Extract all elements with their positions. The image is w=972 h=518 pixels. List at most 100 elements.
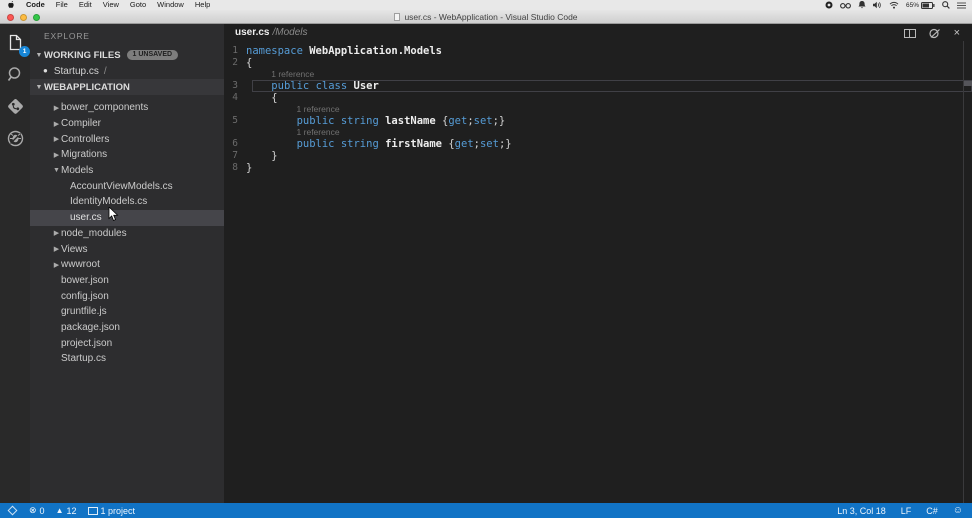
apple-menu-icon[interactable] <box>7 0 15 10</box>
window-title: user.cs - WebApplication - Visual Studio… <box>404 11 578 22</box>
wifi-icon[interactable] <box>889 1 899 9</box>
sidebar-title: EXPLORE <box>44 31 90 41</box>
menu-help[interactable]: Help <box>195 0 210 10</box>
code-line-7[interactable]: 7 } <box>224 150 972 162</box>
bell-icon[interactable] <box>858 1 866 9</box>
menu-status-icons: 65% <box>825 0 966 10</box>
git-icon[interactable] <box>3 95 27 118</box>
tree-folder-Migrations[interactable]: ▶ Migrations <box>30 147 224 163</box>
code-line-2[interactable]: 2{ <box>224 57 972 69</box>
code-text: } <box>246 150 278 162</box>
menu-items: Code File Edit View Goto Window Help <box>26 0 210 10</box>
menu-goto[interactable]: Goto <box>130 0 146 10</box>
tree-folder-Views[interactable]: ▶ Views <box>30 241 224 257</box>
status-bar-left: ⊗ 0 ▲ 12 1 project <box>7 505 135 516</box>
code-editor[interactable]: 1 namespace WebApplication.Models 2{1 refe… <box>224 41 972 174</box>
glasses-icon[interactable] <box>840 2 851 9</box>
code-text: } <box>246 162 253 174</box>
battery-icon <box>921 1 935 9</box>
tree-item-label: bower.json <box>61 274 109 286</box>
tree-file-bower.json[interactable]: bower.json <box>30 273 224 289</box>
warning-icon: ▲ <box>55 506 64 515</box>
working-file-startup[interactable]: ● Startup.cs / <box>30 63 224 79</box>
line-number <box>224 69 246 80</box>
code-line-5[interactable]: 5 public string lastName {get;set;} <box>224 115 972 127</box>
code-line-8[interactable]: 8} <box>224 162 972 174</box>
eol-indicator[interactable]: LF <box>901 506 912 516</box>
codelens-row[interactable]: 1 reference <box>224 104 972 115</box>
codelens-row[interactable]: 1 reference <box>224 127 972 138</box>
line-number: 5 <box>232 115 238 126</box>
code-line-4[interactable]: 4 { <box>224 92 972 104</box>
tree-file-gruntfile.js[interactable]: gruntfile.js <box>30 304 224 320</box>
tree-file-project.json[interactable]: project.json <box>30 335 224 351</box>
chevron-right-icon[interactable]: ▶ <box>52 245 61 253</box>
omnisharp-status-icon[interactable] <box>7 505 18 516</box>
search-icon[interactable] <box>3 63 27 86</box>
line-number: 2 <box>232 57 238 68</box>
explorer-icon[interactable]: 1 <box>3 31 30 57</box>
menu-edit[interactable]: Edit <box>79 0 92 10</box>
chevron-down-icon: ▼ <box>35 51 43 59</box>
tree-item-label: Migrations <box>61 149 108 161</box>
editor-tab-filename[interactable]: user.cs <box>235 27 269 38</box>
chevron-right-icon[interactable]: ▶ <box>52 261 61 269</box>
close-editor-icon[interactable]: × <box>954 28 960 39</box>
working-files-label: WORKING FILES <box>44 49 121 61</box>
preview-icon[interactable] <box>928 28 941 39</box>
chevron-right-icon[interactable]: ▶ <box>52 151 61 159</box>
close-window-button[interactable] <box>7 13 14 21</box>
chevron-right-icon[interactable]: ▶ <box>52 120 61 128</box>
scrollbar-track[interactable] <box>963 41 972 503</box>
tree-folder-Models[interactable]: ▼ Models <box>30 163 224 179</box>
explorer-badge: 1 <box>19 46 30 57</box>
chevron-right-icon[interactable]: ▶ <box>52 135 61 143</box>
project-selector[interactable]: 1 project <box>87 506 135 516</box>
tree-file-IdentityModels.cs[interactable]: IdentityModels.cs <box>30 194 224 210</box>
menu-code[interactable]: Code <box>26 0 45 10</box>
volume-icon[interactable] <box>872 1 882 9</box>
code-line-1[interactable]: 1 namespace WebApplication.Models <box>224 45 972 57</box>
chevron-down-icon[interactable]: ▼ <box>52 167 61 174</box>
status-circle-icon[interactable] <box>825 1 833 9</box>
battery-indicator[interactable]: 65% <box>906 1 935 9</box>
code-line-3[interactable]: 3 public class User <box>224 80 972 92</box>
project-label: WEBAPPLICATION <box>44 81 130 93</box>
tree-file-Startup.cs[interactable]: Startup.cs <box>30 351 224 367</box>
working-files-header[interactable]: ▼ WORKING FILES 1 UNSAVED <box>30 47 224 63</box>
chevron-right-icon[interactable]: ▶ <box>52 104 61 112</box>
tree-folder-node_modules[interactable]: ▶ node_modules <box>30 226 224 242</box>
tree-file-package.json[interactable]: package.json <box>30 320 224 336</box>
project-section-header[interactable]: ▼ WEBAPPLICATION <box>30 79 224 95</box>
tree-file-config.json[interactable]: config.json <box>30 288 224 304</box>
language-mode[interactable]: C# <box>926 506 938 516</box>
line-number: 7 <box>232 150 238 161</box>
cursor-position[interactable]: Ln 3, Col 18 <box>837 506 886 516</box>
tree-file-AccountViewModels.cs[interactable]: AccountViewModels.cs <box>30 178 224 194</box>
codelens-row[interactable]: 1 reference <box>224 69 972 80</box>
tree-folder-bower_components[interactable]: ▶ bower_components <box>30 100 224 116</box>
chevron-right-icon[interactable]: ▶ <box>52 229 61 237</box>
menu-window[interactable]: Window <box>157 0 184 10</box>
tree-file-user.cs[interactable]: user.cs <box>30 209 224 226</box>
code-text: { <box>246 57 253 69</box>
zoom-window-button[interactable] <box>33 13 40 21</box>
debug-icon[interactable] <box>3 127 27 150</box>
feedback-smiley-icon[interactable]: ☺ <box>953 506 963 516</box>
menu-file[interactable]: File <box>56 0 68 10</box>
code-line-6[interactable]: 6 public string firstName {get;set;} <box>224 138 972 150</box>
warning-count[interactable]: ▲ 12 <box>56 506 77 516</box>
minimize-window-button[interactable] <box>20 13 27 21</box>
tree-item-label: Startup.cs <box>61 353 107 365</box>
split-editor-icon[interactable] <box>903 29 916 38</box>
tree-folder-wwwroot[interactable]: ▶ wwwroot <box>30 257 224 273</box>
scrollbar-thumb[interactable] <box>964 81 972 86</box>
error-count[interactable]: ⊗ 0 <box>29 506 45 516</box>
editor-tab-path: /Models <box>272 27 308 38</box>
menu-view[interactable]: View <box>103 0 119 10</box>
tree-folder-Controllers[interactable]: ▶ Controllers <box>30 131 224 147</box>
tree-folder-Compiler[interactable]: ▶ Compiler <box>30 116 224 132</box>
spotlight-icon[interactable] <box>942 1 950 9</box>
notification-center-icon[interactable] <box>957 2 966 9</box>
editor-pane: user.cs /Models × 1 namespace WebApplicat… <box>224 24 972 503</box>
